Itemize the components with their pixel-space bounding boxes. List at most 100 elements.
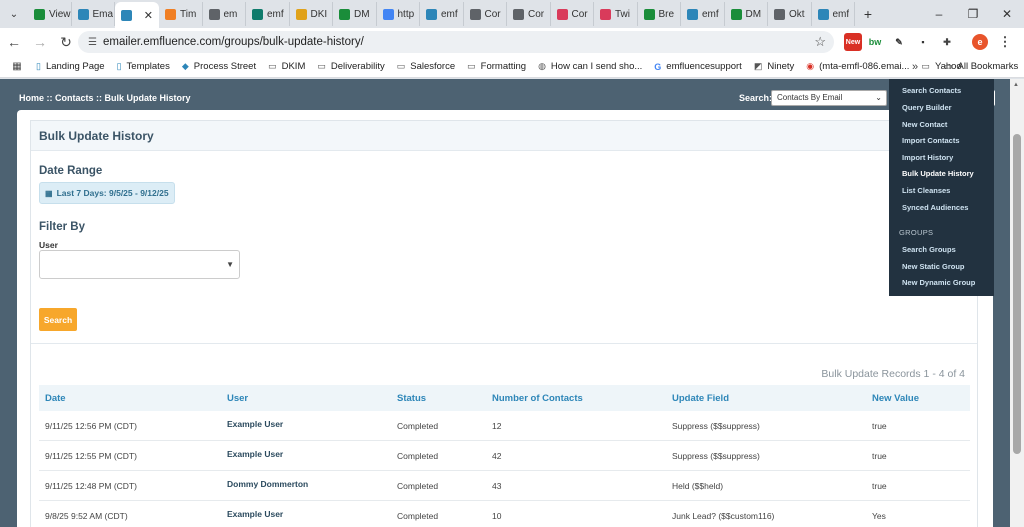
kebab-menu-icon[interactable]: ⋮ xyxy=(994,33,1016,51)
cell-user[interactable]: Example User xyxy=(221,509,391,519)
reload-button[interactable]: ↻ xyxy=(54,30,78,54)
profile-avatar[interactable]: e xyxy=(972,34,988,50)
table-row: 9/8/25 9:52 AM (CDT) Example User Complete… xyxy=(39,501,970,527)
tab-favicon-icon xyxy=(426,8,437,20)
extension-new-badge[interactable]: New xyxy=(844,33,862,51)
record-icon: ◉ xyxy=(806,61,815,71)
page-scrollbar[interactable]: ▲ xyxy=(1010,79,1024,527)
browser-tab[interactable]: emf xyxy=(246,2,290,26)
scrollbar-thumb[interactable] xyxy=(1013,134,1021,454)
bookmark-item[interactable]: ◩ Ninety xyxy=(748,61,800,72)
forward-button[interactable]: → xyxy=(28,30,52,54)
browser-tab[interactable]: Ema xyxy=(72,2,115,26)
column-header-date[interactable]: Date xyxy=(39,393,221,404)
browser-tab[interactable]: DM xyxy=(725,2,768,26)
back-button[interactable]: ← xyxy=(2,30,26,54)
menu-item[interactable]: New Contact xyxy=(902,120,947,129)
browser-tab[interactable]: emf xyxy=(681,2,725,26)
bookmark-item[interactable]: ▭ Formatting xyxy=(461,61,532,72)
browser-tab[interactable]: Okt xyxy=(768,2,812,26)
column-header-user[interactable]: User xyxy=(221,393,391,404)
search-button[interactable]: Search xyxy=(39,308,77,331)
tab-title: Twi xyxy=(615,8,630,20)
header-search-select[interactable]: Contacts By Email ⌄ xyxy=(771,90,887,106)
close-tab-icon[interactable]: ✕ xyxy=(144,9,153,22)
browser-tab[interactable]: Twi xyxy=(594,2,638,26)
extension-icon[interactable]: bw xyxy=(864,33,886,51)
tab-title: DM xyxy=(745,8,762,20)
menu-item[interactable]: Import Contacts xyxy=(902,136,960,145)
column-header-update-field[interactable]: Update Field xyxy=(666,393,866,404)
bookmark-label: Formatting xyxy=(480,61,527,72)
puzzle-icon[interactable]: ✚ xyxy=(936,33,958,51)
minimize-button[interactable]: – xyxy=(922,0,956,28)
column-header-contacts[interactable]: Number of Contacts xyxy=(486,393,666,404)
apps-grid-icon[interactable]: ▦ xyxy=(4,61,30,72)
restore-button[interactable]: ❐ xyxy=(956,0,990,28)
bookmark-item[interactable]: ◉ (mta-emfl-086.emai... xyxy=(800,61,915,72)
bookmark-item[interactable]: ▭ Salesforce xyxy=(391,61,461,72)
tab-favicon-icon xyxy=(817,8,829,20)
menu-item[interactable]: Bulk Update History xyxy=(902,169,974,178)
menu-group-item[interactable]: New Dynamic Group xyxy=(902,278,975,287)
bookmark-item[interactable]: ◆ Process Street xyxy=(176,61,262,72)
browser-tab[interactable]: Cor xyxy=(464,2,507,26)
browser-tab[interactable]: http xyxy=(377,2,420,26)
doc-icon: ▯ xyxy=(36,61,41,71)
browser-tab[interactable]: DM xyxy=(333,2,377,26)
tab-title: DM xyxy=(354,8,370,20)
menu-item[interactable]: Import History xyxy=(902,153,953,162)
breadcrumb[interactable]: Home :: Contacts :: Bulk Update History xyxy=(19,93,191,103)
user-select[interactable]: ▼ xyxy=(39,250,240,279)
user-field-label: User xyxy=(39,240,58,250)
menu-item[interactable]: Query Builder xyxy=(902,103,952,112)
more-bookmarks-icon[interactable]: » xyxy=(912,61,918,73)
browser-tab[interactable]: DKI xyxy=(290,2,333,26)
cell-user[interactable]: Dommy Dommerton xyxy=(221,479,391,489)
browser-tab[interactable]: em xyxy=(203,2,246,26)
bookmark-item[interactable]: ▯ Landing Page xyxy=(30,61,111,72)
browser-tab[interactable]: Cor xyxy=(551,2,594,26)
column-header-new-value[interactable]: New Value xyxy=(866,393,970,404)
cell-user[interactable]: Example User xyxy=(221,449,391,459)
browser-tab[interactable]: View xyxy=(28,2,72,26)
scroll-up-arrow-icon[interactable]: ▲ xyxy=(1013,82,1019,88)
bookmark-star-icon[interactable]: ☆ xyxy=(814,34,826,50)
cell-update-field: Held ($$held) xyxy=(672,480,724,491)
tab-title: Cor xyxy=(528,8,545,20)
site-info-icon[interactable]: ☰ xyxy=(88,37,97,48)
bookmark-item[interactable]: ◍ How can I send sho... xyxy=(532,61,648,72)
browser-tab[interactable]: ✕ xyxy=(115,2,159,28)
browser-tab[interactable]: Tim xyxy=(159,2,203,26)
divider xyxy=(31,343,977,344)
date-range-picker[interactable]: ▦ Last 7 Days: 9/5/25 - 9/12/25 xyxy=(39,182,175,204)
close-window-button[interactable]: ✕ xyxy=(990,0,1024,28)
folder-icon: ▭ xyxy=(944,61,953,71)
menu-item[interactable]: Synced Audiences xyxy=(902,203,968,212)
extension-dark-icon[interactable]: ▪ xyxy=(912,33,934,51)
new-tab-button[interactable]: + xyxy=(857,3,879,25)
browser-tab[interactable]: Bre xyxy=(638,2,681,26)
menu-group-item[interactable]: New Static Group xyxy=(902,262,965,271)
browser-tab[interactable]: emf xyxy=(812,2,855,26)
cell-user[interactable]: Example User xyxy=(221,419,391,429)
bookmark-item[interactable]: Gemfluencesupport xyxy=(648,61,748,72)
bookmark-item[interactable]: ▭ DKIM xyxy=(262,61,311,72)
address-bar[interactable]: ☰ emailer.emfluence.com/groups/bulk-upda… xyxy=(78,31,834,53)
all-bookmarks-button[interactable]: ▭ All Bookmarks xyxy=(944,61,1018,72)
cell-status: Completed xyxy=(397,450,439,461)
tab-favicon-icon xyxy=(295,8,307,20)
bookmark-item[interactable]: ▯ Templates xyxy=(111,61,176,72)
column-header-status[interactable]: Status xyxy=(391,393,486,404)
tab-search-button[interactable]: ⌄ xyxy=(3,3,25,25)
browser-tab[interactable]: Cor xyxy=(507,2,551,26)
eyedropper-icon[interactable]: ✎ xyxy=(888,33,910,51)
bookmark-item[interactable]: ▭ Deliverability xyxy=(311,61,390,72)
menu-group-item[interactable]: Search Groups xyxy=(902,245,956,254)
cell-new-value: true xyxy=(872,450,887,461)
menu-item[interactable]: List Cleanses xyxy=(902,186,950,195)
all-bookmarks-label: All Bookmarks xyxy=(957,61,1019,72)
menu-item[interactable]: Search Contacts xyxy=(902,86,961,95)
browser-tab[interactable]: emf xyxy=(420,2,464,26)
tab-title: Bre xyxy=(658,8,675,20)
